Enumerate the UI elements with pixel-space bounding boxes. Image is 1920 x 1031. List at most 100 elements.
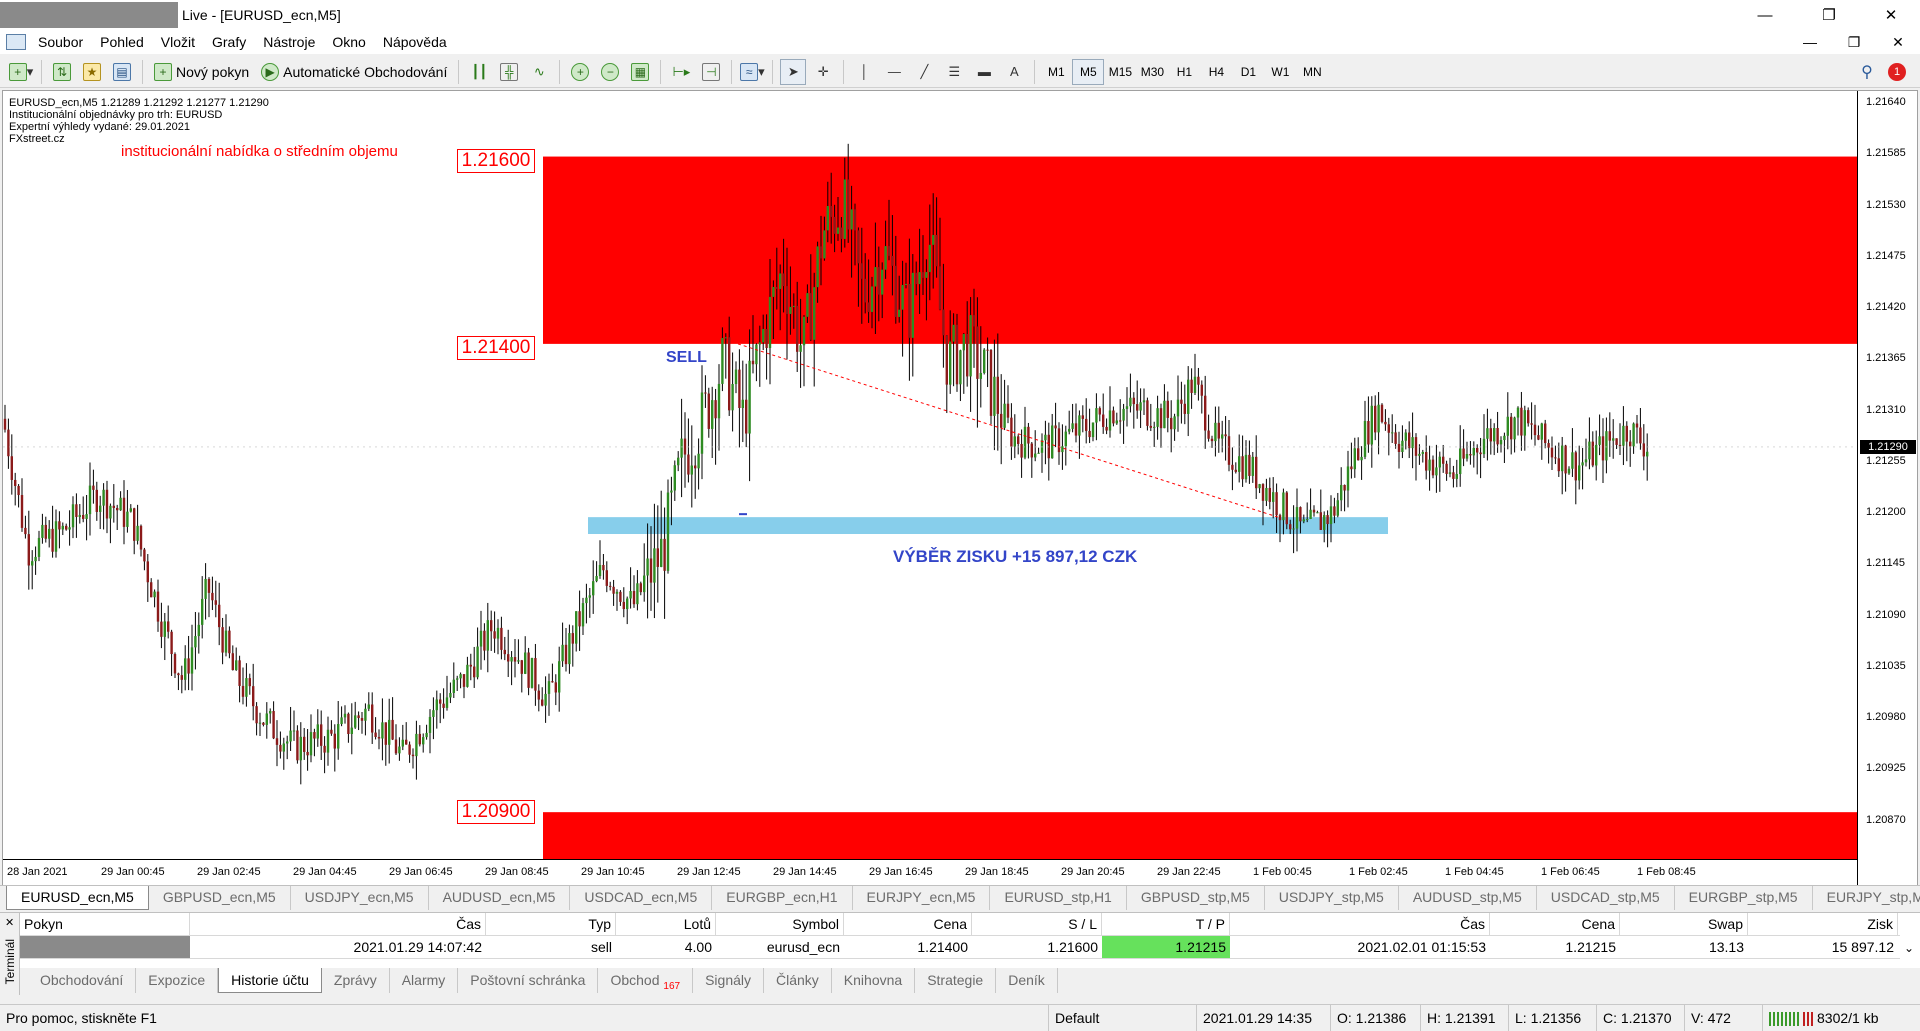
table-row[interactable]: 2021.01.29 14:07:42 sell 4.00 eurusd_ecn… — [20, 936, 1900, 959]
timeframe-m1[interactable]: M1 — [1040, 59, 1072, 85]
indicators-button[interactable]: ≈ ▾ — [739, 59, 765, 85]
price-chart[interactable]: EURUSD_ecn,M5 1.21289 1.21292 1.21277 1.… — [2, 90, 1918, 886]
zoom-in-button[interactable]: + — [567, 59, 593, 85]
column-header-close-time[interactable]: Čas — [1230, 913, 1490, 935]
horizontal-line-button[interactable]: — — [881, 59, 907, 85]
tab-strategy[interactable]: Strategie — [915, 968, 997, 993]
child-minimize-button[interactable]: — — [1788, 30, 1832, 54]
trendline-button[interactable]: ╱ — [911, 59, 937, 85]
chevron-down-icon[interactable]: ⌄ — [1904, 941, 1914, 955]
auto-trading-button[interactable]: ▶ Automatické Obchodování — [257, 59, 451, 85]
chart-shift-button[interactable]: ⊣ — [698, 59, 724, 85]
chart-tab[interactable]: EURUSD_stp,H1 — [990, 886, 1127, 910]
status-connection[interactable]: 8302/1 kb — [1762, 1005, 1920, 1031]
vertical-line-button[interactable]: │ — [851, 59, 877, 85]
chart-tab[interactable]: EURJPY_ecn,M5 — [853, 886, 991, 910]
timeframe-m5[interactable]: M5 — [1072, 58, 1105, 85]
navigator-button[interactable]: ▤ — [109, 59, 135, 85]
child-close-button[interactable]: ✕ — [1876, 30, 1920, 54]
menu-help[interactable]: Nápověda — [377, 34, 458, 50]
tab-trade[interactable]: Obchodování — [28, 968, 137, 993]
chart-tab[interactable]: USDJPY_ecn,M5 — [291, 886, 429, 910]
bull-candle — [1163, 400, 1166, 429]
terminal-close-button[interactable]: ✕ — [5, 916, 14, 929]
tile-windows-button[interactable]: ▦ — [627, 59, 653, 85]
chart-tab[interactable]: USDCAD_ecn,M5 — [570, 886, 713, 910]
time-axis[interactable]: 28 Jan 2021 29 Jan 00:45 29 Jan 02:45 29… — [3, 859, 1857, 885]
menu-file[interactable]: Soubor — [32, 34, 94, 50]
column-header-type[interactable]: Typ — [486, 913, 616, 935]
column-header-lots[interactable]: Lotů — [616, 913, 716, 935]
tab-alerts[interactable]: Alarmy — [390, 968, 459, 993]
timeframe-mn[interactable]: MN — [1296, 59, 1328, 85]
timeframe-w1[interactable]: W1 — [1264, 59, 1296, 85]
tab-mailbox[interactable]: Poštovní schránka — [458, 968, 599, 993]
chart-tab[interactable]: EURGBP_stp,M5 — [1675, 886, 1813, 910]
tab-account-history[interactable]: Historie účtu — [218, 968, 322, 993]
chart-tab[interactable]: AUDUSD_ecn,M5 — [429, 886, 571, 910]
column-header-open-price[interactable]: Cena — [844, 913, 972, 935]
bar-chart-button[interactable]: ┃┃ — [466, 59, 492, 85]
column-header-open-time[interactable]: Čas — [190, 913, 486, 935]
restore-button[interactable]: ❐ — [1800, 0, 1858, 30]
column-header-profit[interactable]: Zisk — [1748, 913, 1898, 935]
column-header-sl[interactable]: S / L — [972, 913, 1102, 935]
app-menu-icon[interactable] — [6, 34, 26, 50]
new-chart-button[interactable]: + ▾ — [8, 59, 34, 85]
chart-tab[interactable]: USDJPY_stp,M5 — [1265, 886, 1399, 910]
autoscroll-button[interactable]: ⊢▸ — [668, 59, 694, 85]
tab-library[interactable]: Knihovna — [832, 968, 916, 993]
notifications-button[interactable]: 1 — [1884, 59, 1910, 85]
timeframe-d1[interactable]: D1 — [1232, 59, 1264, 85]
tab-exposure[interactable]: Expozice — [136, 968, 219, 993]
zoom-out-button[interactable]: − — [597, 59, 623, 85]
level-label-entry[interactable]: 1.21400 — [457, 336, 535, 360]
status-profile[interactable]: Default — [1048, 1005, 1196, 1031]
chart-tab[interactable]: EURUSD_ecn,M5 — [6, 886, 149, 910]
child-restore-button[interactable]: ❐ — [1832, 30, 1876, 54]
tab-journal[interactable]: Deník — [996, 968, 1058, 993]
level-label-upper[interactable]: 1.21600 — [457, 149, 535, 173]
level-label-lower[interactable]: 1.20900 — [457, 800, 535, 824]
text-tool-button[interactable]: A — [1001, 59, 1027, 85]
candle-chart-button[interactable]: ╬ — [496, 59, 522, 85]
channel-button[interactable]: ☰ — [941, 59, 967, 85]
column-header-tp[interactable]: T / P — [1102, 913, 1230, 935]
favorites-button[interactable]: ★ — [79, 59, 105, 85]
chart-tab[interactable]: GBPUSD_ecn,M5 — [149, 886, 291, 910]
price-axis[interactable]: 1.21640 1.21585 1.21530 1.21475 1.21420 … — [1857, 91, 1917, 886]
chart-canvas[interactable] — [3, 91, 1857, 859]
menu-charts[interactable]: Grafy — [206, 34, 257, 50]
column-header-order[interactable]: Pokyn — [20, 913, 190, 935]
close-button[interactable]: ✕ — [1862, 0, 1920, 30]
tab-news[interactable]: Zprávy — [322, 968, 390, 993]
crosshair-tool-button[interactable]: ✛ — [810, 59, 836, 85]
menu-view[interactable]: Pohled — [94, 34, 155, 50]
line-chart-button[interactable]: ∿ — [526, 59, 552, 85]
search-button[interactable]: ⚲ — [1854, 59, 1880, 85]
menu-window[interactable]: Okno — [326, 34, 376, 50]
chart-tab[interactable]: EURJPY_stp,M5 — [1813, 886, 1920, 910]
label-tool-button[interactable]: ▬ — [971, 59, 997, 85]
menu-insert[interactable]: Vložit — [155, 34, 206, 50]
column-header-symbol[interactable]: Symbol — [716, 913, 844, 935]
market-watch-button[interactable]: ⇅ — [49, 59, 75, 85]
column-header-swap[interactable]: Swap — [1620, 913, 1748, 935]
chart-tab[interactable]: EURGBP_ecn,H1 — [712, 886, 853, 910]
chart-tab[interactable]: USDCAD_stp,M5 — [1537, 886, 1675, 910]
chart-tab[interactable]: GBPUSD_stp,M5 — [1127, 886, 1265, 910]
minimize-button[interactable]: — — [1736, 0, 1794, 30]
cursor-tool-button[interactable]: ➤ — [780, 58, 807, 85]
tab-articles[interactable]: Články — [764, 968, 832, 993]
timeframe-m15[interactable]: M15 — [1104, 59, 1136, 85]
timeframe-h1[interactable]: H1 — [1168, 59, 1200, 85]
bear-candle — [915, 272, 918, 285]
timeframe-m30[interactable]: M30 — [1136, 59, 1168, 85]
column-header-close-price[interactable]: Cena — [1490, 913, 1620, 935]
tab-market[interactable]: Obchod 167 — [598, 968, 694, 993]
chart-tab[interactable]: AUDUSD_stp,M5 — [1399, 886, 1537, 910]
new-order-button[interactable]: + Nový pokyn — [150, 59, 253, 85]
tab-signals[interactable]: Signály — [693, 968, 764, 993]
menu-tools[interactable]: Nástroje — [257, 34, 326, 50]
timeframe-h4[interactable]: H4 — [1200, 59, 1232, 85]
